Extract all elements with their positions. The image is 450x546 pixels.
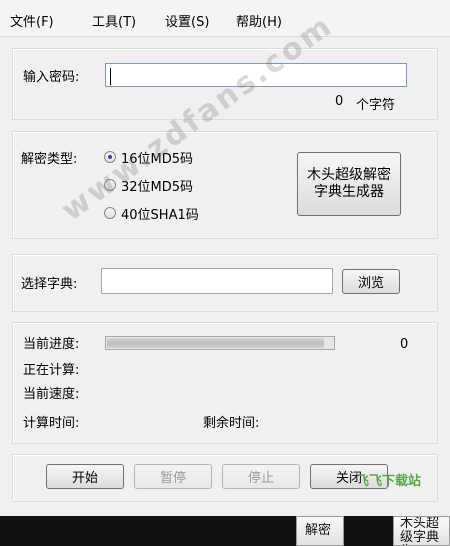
start-button[interactable]: 开始 xyxy=(46,464,124,489)
progress-bar-fill xyxy=(107,338,324,348)
char-count-unit: 个字符 xyxy=(356,98,396,113)
remaining-time-label: 剩余时间: xyxy=(203,416,260,431)
speed-label: 当前速度: xyxy=(23,387,80,402)
menu-settings[interactable]: 设置(S) xyxy=(165,11,209,30)
menu-file[interactable]: 文件(F) xyxy=(10,11,54,30)
dictionary-label: 选择字典: xyxy=(21,277,78,292)
progress-bar xyxy=(105,336,335,350)
password-label: 输入密码: xyxy=(23,70,80,85)
current-progress-label: 当前进度: xyxy=(23,337,80,352)
menu-tools[interactable]: 工具(T) xyxy=(92,11,136,30)
taskbar-tile-decrypt[interactable]: 解密 xyxy=(296,516,344,546)
radio-sha1-40-label[interactable]: 40位SHA1码 xyxy=(121,204,199,223)
text-caret xyxy=(110,68,111,85)
site-logo: 飞飞下载站 xyxy=(356,474,422,489)
char-count: 0 xyxy=(335,94,344,109)
taskbar-tile-decrypt-label: 解密 xyxy=(305,523,332,538)
stop-button[interactable]: 停止 xyxy=(222,464,300,489)
menu-bar: 文件(F) 工具(T) 设置(S) 帮助(H) xyxy=(0,0,450,37)
computing-label: 正在计算: xyxy=(23,363,80,378)
radio-sha1-40[interactable] xyxy=(104,207,116,219)
menu-help[interactable]: 帮助(H) xyxy=(236,11,282,30)
decrypt-type-label: 解密类型: xyxy=(21,152,78,167)
browse-button[interactable]: 浏览 xyxy=(342,269,400,294)
progress-group: 当前进度: 0 正在计算: 当前速度: 计算时间: 剩余时间: xyxy=(12,322,438,444)
dictionary-generator-button[interactable]: 木头超级解密字典生成器 xyxy=(297,152,401,216)
taskbar-tile-generator-label: 木头超级字典生 xyxy=(400,516,440,545)
taskbar-tile-generator[interactable]: 木头超级字典生 xyxy=(393,516,450,546)
dictionary-group: 选择字典: 浏览 xyxy=(12,254,438,312)
dictionary-path-input[interactable] xyxy=(101,268,333,294)
elapsed-time-label: 计算时间: xyxy=(23,416,80,431)
pause-button[interactable]: 暂停 xyxy=(134,464,212,489)
current-progress-value: 0 xyxy=(400,337,409,352)
taskbar xyxy=(0,516,450,546)
